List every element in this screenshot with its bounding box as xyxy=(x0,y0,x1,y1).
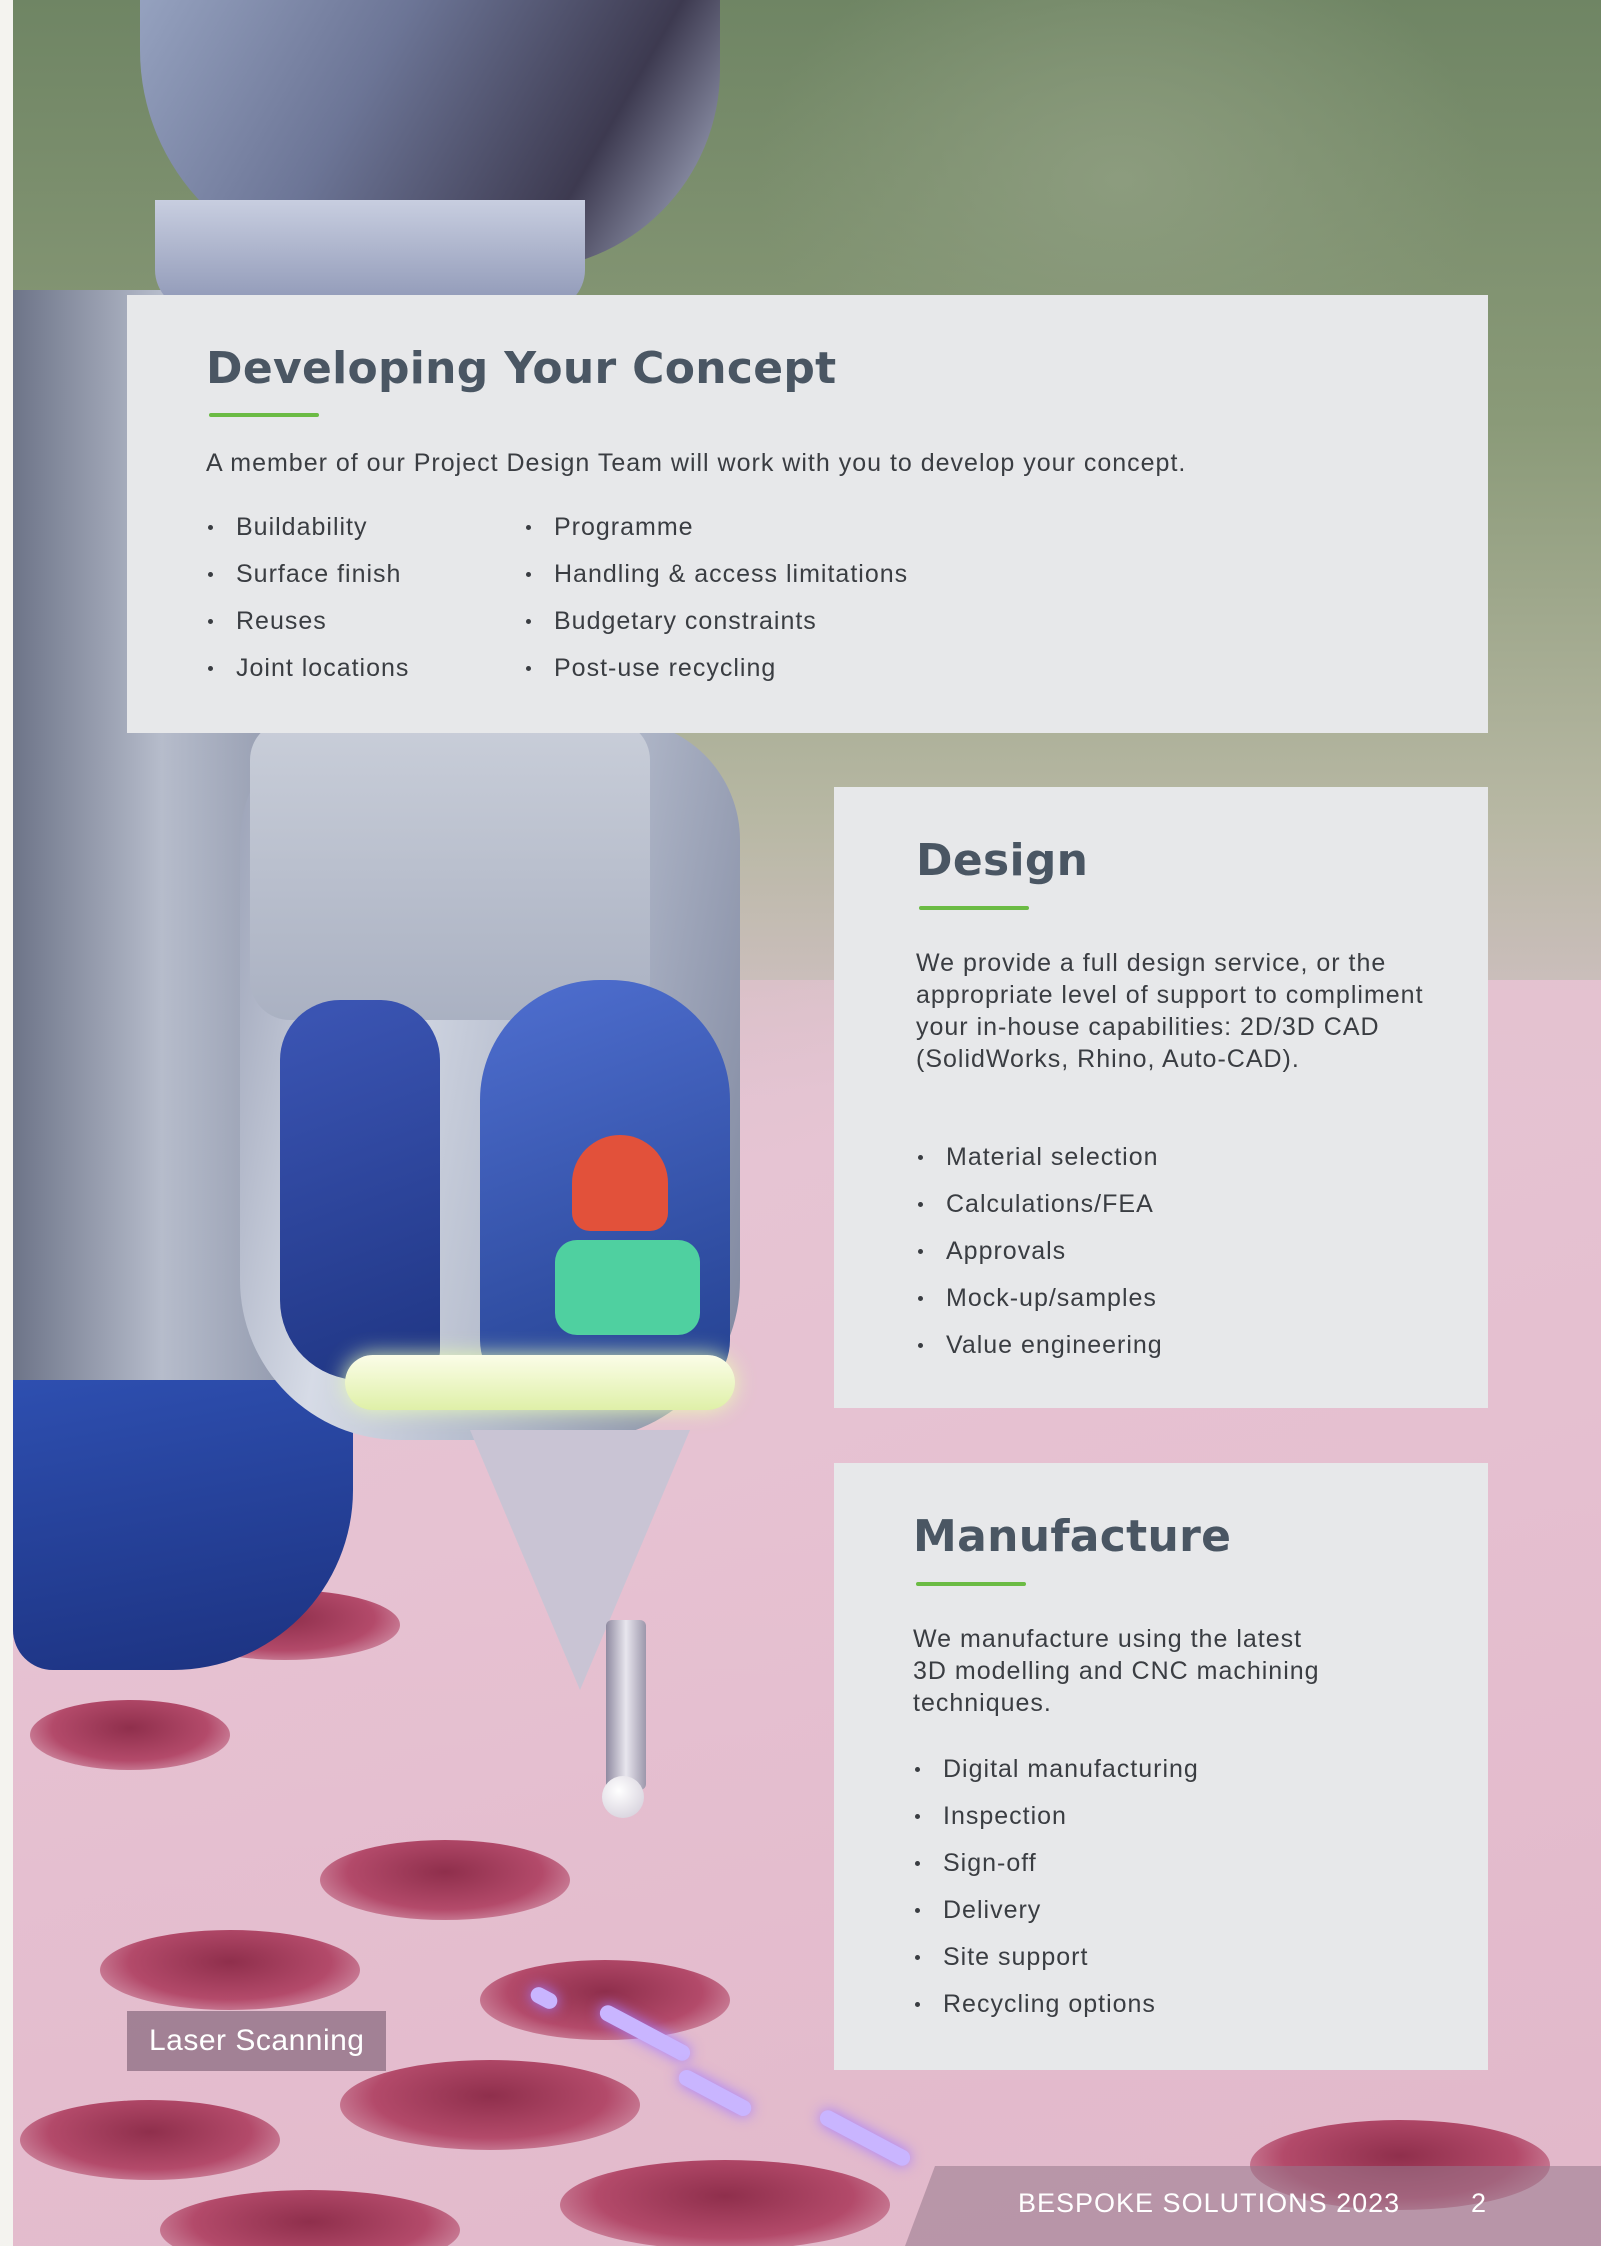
list-item: Sign-off xyxy=(913,1847,1199,1879)
design-panel: Design We provide a full design service,… xyxy=(834,787,1488,1408)
list-item: Calculations/FEA xyxy=(916,1188,1163,1220)
scanner-green-button xyxy=(555,1240,700,1335)
concept-list-right: Programme Handling & access limitations … xyxy=(524,511,908,699)
photo-caption: Laser Scanning xyxy=(127,2011,387,2071)
list-item: Handling & access limitations xyxy=(524,558,908,590)
manufacture-list: Digital manufacturing Inspection Sign-of… xyxy=(913,1753,1199,2035)
list-item: Buildability xyxy=(206,511,409,543)
foam-hole xyxy=(20,2100,280,2180)
list-item: Digital manufacturing xyxy=(913,1753,1199,1785)
manufacture-title: Manufacture xyxy=(913,1511,1232,1562)
scanner-led-ring xyxy=(345,1355,735,1410)
list-item: Budgetary constraints xyxy=(524,605,908,637)
manufacture-title-underline xyxy=(916,1582,1026,1586)
foam-hole xyxy=(340,2060,640,2150)
list-item: Inspection xyxy=(913,1800,1199,1832)
list-item: Delivery xyxy=(913,1894,1199,1926)
design-intro: We provide a full design service, or the… xyxy=(916,949,1424,1073)
design-title-underline xyxy=(919,906,1029,910)
concept-title: Developing Your Concept xyxy=(206,343,837,394)
list-item: Programme xyxy=(524,511,908,543)
concept-list-left: Buildability Surface finish Reuses Joint… xyxy=(206,511,409,699)
foam-hole xyxy=(560,2160,890,2246)
foam-hole xyxy=(320,1840,570,1920)
probe-tip xyxy=(602,1776,644,1818)
list-item: Material selection xyxy=(916,1141,1163,1173)
list-item: Mock-up/samples xyxy=(916,1282,1163,1314)
page-number: 2 xyxy=(1471,2188,1487,2218)
list-item: Surface finish xyxy=(206,558,409,590)
design-title: Design xyxy=(916,835,1089,886)
robot-arm-joint xyxy=(155,200,585,310)
page-edge-strip xyxy=(0,0,13,2246)
footer-title: BESPOKE SOLUTIONS 2023 xyxy=(1018,2188,1401,2218)
foam-hole xyxy=(30,1700,230,1770)
list-item: Recycling options xyxy=(913,1988,1199,2020)
concept-title-underline xyxy=(209,413,319,417)
manufacture-panel: Manufacture We manufacture using the lat… xyxy=(834,1463,1488,2070)
design-list: Material selection Calculations/FEA Appr… xyxy=(916,1141,1163,1376)
scanner-red-button xyxy=(572,1135,668,1231)
concept-intro: A member of our Project Design Team will… xyxy=(206,449,1187,477)
scanner-grip xyxy=(250,720,650,1020)
foam-hole xyxy=(480,1960,730,2040)
scanner-blue-panel-left xyxy=(280,1000,440,1380)
probe-stem xyxy=(606,1620,646,1790)
list-item: Joint locations xyxy=(206,652,409,684)
manufacture-intro: We manufacture using the latest 3D model… xyxy=(913,1625,1320,1717)
list-item: Value engineering xyxy=(916,1329,1163,1361)
foam-hole xyxy=(100,1930,360,2010)
list-item: Reuses xyxy=(206,605,409,637)
concept-panel: Developing Your Concept A member of our … xyxy=(127,295,1488,733)
probe-cone xyxy=(470,1430,690,1690)
list-item: Approvals xyxy=(916,1235,1163,1267)
list-item: Post-use recycling xyxy=(524,652,908,684)
list-item: Site support xyxy=(913,1941,1199,1973)
